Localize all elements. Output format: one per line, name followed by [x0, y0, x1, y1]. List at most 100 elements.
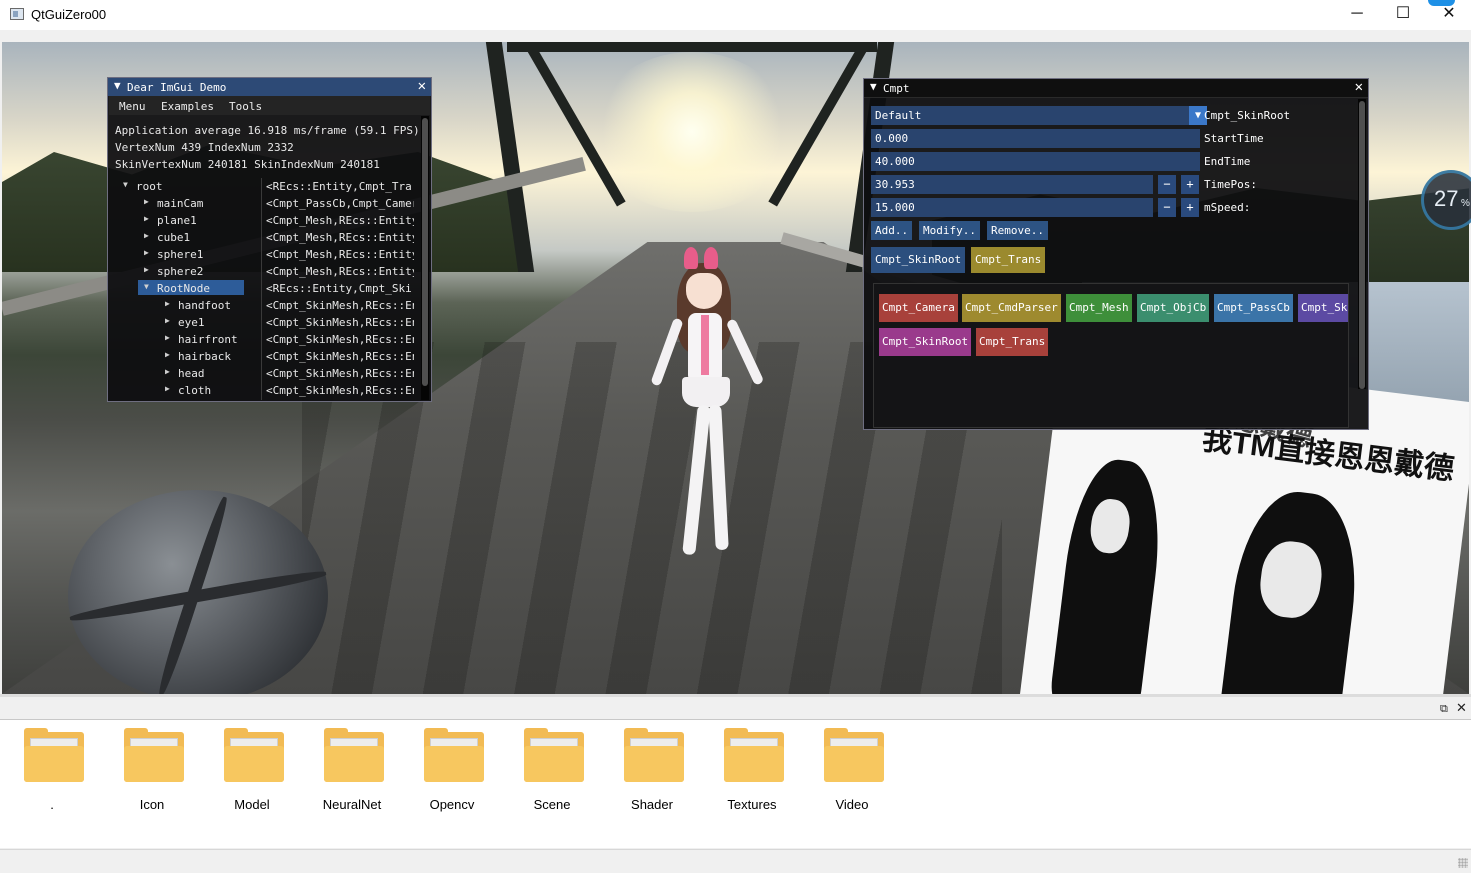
tree-node-sphere2[interactable]: ▶ sphere2 <Cmpt_Mesh,REcs::Entity	[116, 263, 416, 280]
timepos-increment-button[interactable]: +	[1181, 175, 1199, 194]
tree-node-label: head	[178, 367, 205, 380]
tree-node-label: cloth	[178, 384, 212, 397]
tree-node-label: eye1	[178, 316, 205, 329]
chip-cmpt-passcb[interactable]: Cmpt_PassCb	[1214, 294, 1293, 322]
folder-label: NeuralNet	[322, 797, 382, 812]
collapse-arrow-icon[interactable]: ▼	[114, 79, 121, 92]
timepos-label: TimePos:	[1204, 178, 1257, 191]
collapsed-arrow-icon[interactable]: ▶	[144, 231, 149, 240]
tree-node-rootnode[interactable]: ▼ RootNode <REcs::Entity,Cmpt_Ski	[116, 280, 416, 297]
chip-cmpt-cmdparser[interactable]: Cmpt_CmdParser	[962, 294, 1061, 322]
gauge-value: 27	[1434, 186, 1459, 211]
tree-node-plane1[interactable]: ▶ plane1 <Cmpt_Mesh,REcs::Entity	[116, 212, 416, 229]
collapsed-arrow-icon[interactable]: ▶	[165, 367, 170, 376]
collapse-arrow-icon[interactable]: ▼	[870, 80, 877, 93]
character-bow	[704, 247, 718, 269]
collapsed-arrow-icon[interactable]: ▶	[144, 214, 149, 223]
folder-item[interactable]: Textures	[702, 728, 802, 828]
imgui-demo-window[interactable]: ▼ Dear ImGui Demo ✕ Menu Examples Tools …	[107, 77, 432, 402]
close-icon[interactable]: ✕	[418, 78, 426, 94]
demo-titlebar[interactable]: ▼ Dear ImGui Demo ✕	[108, 78, 431, 96]
mspeed-increment-button[interactable]: +	[1181, 198, 1199, 217]
tree-node-value: <Cmpt_SkinMesh,REcs::En	[266, 333, 414, 346]
minimize-button[interactable]: ─	[1334, 0, 1380, 30]
collapsed-arrow-icon[interactable]: ▶	[165, 350, 170, 359]
tab-cmpt-skinroot[interactable]: Cmpt_SkinRoot	[871, 247, 966, 273]
timepos-field[interactable]: 30.953	[871, 175, 1153, 194]
collapsed-arrow-icon[interactable]: ▶	[144, 248, 149, 257]
timepos-decrement-button[interactable]: −	[1158, 175, 1176, 194]
mspeed-decrement-button[interactable]: −	[1158, 198, 1176, 217]
collapsed-arrow-icon[interactable]: ▶	[144, 197, 149, 206]
chip-cmpt-skinroot[interactable]: Cmpt_SkinRoot	[879, 328, 972, 356]
tree-node-eye1[interactable]: ▶ eye1 <Cmpt_SkinMesh,REcs::En	[116, 314, 416, 331]
tree-node-root[interactable]: ▼ root <REcs::Entity,Cmpt_Tra	[116, 178, 416, 195]
collapsed-arrow-icon[interactable]: ▶	[165, 384, 170, 393]
remove-button[interactable]: Remove..	[987, 221, 1048, 240]
folder-item[interactable]: Scene	[502, 728, 602, 828]
expanded-arrow-icon[interactable]: ▼	[123, 180, 128, 189]
close-panel-icon[interactable]: ✕	[1456, 700, 1467, 716]
cmpt-window[interactable]: ▼ Cmpt ✕ Default ▼ Cmpt_SkinRoot 0.000 S…	[863, 78, 1369, 430]
resize-grip-icon[interactable]	[1458, 858, 1468, 868]
folder-item[interactable]: NeuralNet	[302, 728, 402, 828]
close-icon[interactable]: ✕	[1355, 79, 1363, 95]
tree-node-label: root	[136, 180, 163, 193]
collapsed-arrow-icon[interactable]: ▶	[144, 265, 149, 274]
entity-tree[interactable]: ▼ root <REcs::Entity,Cmpt_Tra ▶ mainCam …	[116, 178, 416, 400]
file-panel-header	[0, 697, 1471, 720]
cmpt-scroll-thumb[interactable]	[1359, 101, 1365, 389]
folder-item[interactable]: Shader	[602, 728, 702, 828]
tree-node-hairfront[interactable]: ▶ hairfront <Cmpt_SkinMesh,REcs::En	[116, 331, 416, 348]
tree-node-cloth[interactable]: ▶ cloth <Cmpt_SkinMesh,REcs::En	[116, 382, 416, 399]
collapsed-arrow-icon[interactable]: ▶	[165, 299, 170, 308]
tree-node-label: hairfront	[178, 333, 238, 346]
meme-figure	[1049, 454, 1169, 694]
modify-button[interactable]: Modify..	[919, 221, 980, 240]
tree-node-label: plane1	[157, 214, 197, 227]
tree-node-value: <Cmpt_Mesh,REcs::Entity	[266, 231, 414, 244]
folder-icon	[424, 728, 486, 782]
field-value: 15.000	[875, 201, 915, 214]
tree-node-handfoot[interactable]: ▶ handfoot <Cmpt_SkinMesh,REcs::En	[116, 297, 416, 314]
demo-scroll-thumb[interactable]	[422, 118, 428, 386]
folder-item[interactable]: Model	[202, 728, 302, 828]
demo-menubar: Menu Examples Tools	[109, 96, 430, 115]
chip-cmpt-camera[interactable]: Cmpt_Camera	[879, 294, 958, 322]
tree-node-label: hairback	[178, 350, 231, 363]
field-value: 0.000	[875, 132, 909, 145]
maximize-button[interactable]: ☐	[1380, 0, 1426, 30]
tree-node-maincam[interactable]: ▶ mainCam <Cmpt_PassCb,Cmpt_Camer	[116, 195, 416, 212]
folder-item[interactable]: Opencv	[402, 728, 502, 828]
tree-node-sphere1[interactable]: ▶ sphere1 <Cmpt_Mesh,REcs::Entity	[116, 246, 416, 263]
chip-cmpt-objcb[interactable]: Cmpt_ObjCb	[1137, 294, 1210, 322]
cmpt-titlebar[interactable]: ▼ Cmpt ✕	[864, 79, 1368, 98]
tab-cmpt-trans[interactable]: Cmpt_Trans	[971, 247, 1046, 273]
menu-tools[interactable]: Tools	[229, 100, 262, 113]
endtime-field[interactable]: 40.000	[871, 152, 1200, 171]
folder-item[interactable]: Video	[802, 728, 902, 828]
endtime-label: EndTime	[1204, 155, 1251, 168]
folder-label: Icon	[139, 797, 165, 812]
float-panel-icon[interactable]: ⧉	[1440, 703, 1448, 716]
expanded-arrow-icon[interactable]: ▼	[144, 282, 149, 291]
tree-node-cube1[interactable]: ▶ cube1 <Cmpt_Mesh,REcs::Entity	[116, 229, 416, 246]
folder-label: Scene	[533, 797, 571, 812]
add-button[interactable]: Add..	[871, 221, 913, 240]
folder-item[interactable]: Icon	[102, 728, 202, 828]
tree-node-head[interactable]: ▶ head <Cmpt_SkinMesh,REcs::En	[116, 365, 416, 382]
collapsed-arrow-icon[interactable]: ▶	[165, 316, 170, 325]
folder-icon	[324, 728, 386, 782]
chip-cmpt-mesh[interactable]: Cmpt_Mesh	[1066, 294, 1132, 322]
collapsed-arrow-icon[interactable]: ▶	[165, 333, 170, 342]
chip-cmpt-sk[interactable]: Cmpt_Sk	[1298, 294, 1348, 322]
mspeed-field[interactable]: 15.000	[871, 198, 1153, 217]
component-dropdown[interactable]: Default ▼	[871, 106, 1207, 125]
starttime-field[interactable]: 0.000	[871, 129, 1200, 148]
folder-item[interactable]: .	[2, 728, 102, 828]
tree-node-hairback[interactable]: ▶ hairback <Cmpt_SkinMesh,REcs::En	[116, 348, 416, 365]
menu-menu[interactable]: Menu	[119, 100, 146, 113]
chip-cmpt-trans[interactable]: Cmpt_Trans	[976, 328, 1049, 356]
menu-examples[interactable]: Examples	[161, 100, 214, 113]
anime-character-model	[650, 247, 765, 572]
